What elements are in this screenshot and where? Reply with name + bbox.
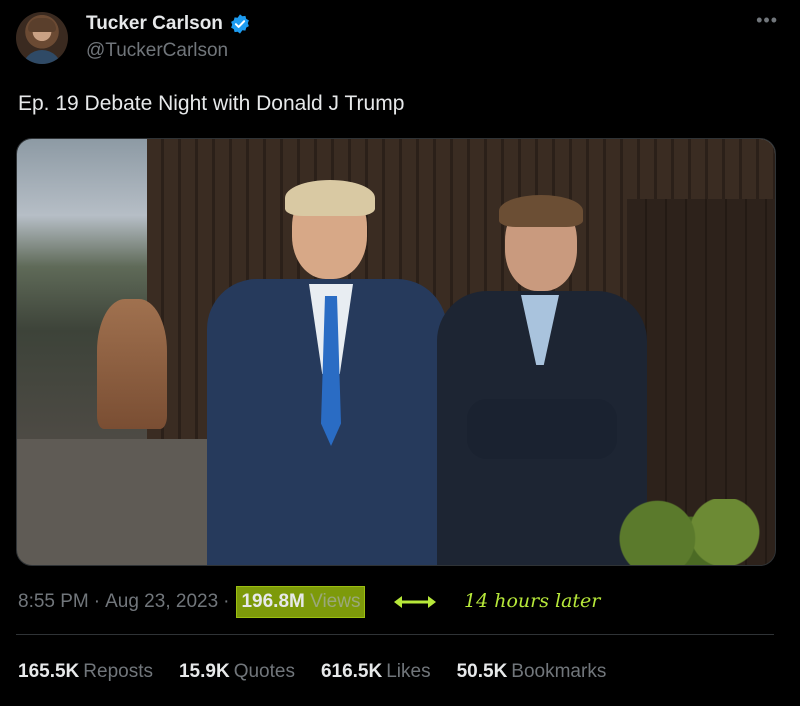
stat-bookmarks[interactable]: 50.5K Bookmarks xyxy=(457,661,607,683)
person-right-crossed-arms xyxy=(467,399,617,459)
annotation-text: 14 hours later xyxy=(464,590,601,612)
separator-dot: · xyxy=(93,591,101,612)
stat-reposts[interactable]: 165.5K Reposts xyxy=(18,661,153,683)
stat-label: Likes xyxy=(386,661,431,682)
stat-label: Bookmarks xyxy=(511,661,607,682)
author-display-name[interactable]: Tucker Carlson xyxy=(86,13,223,35)
ground xyxy=(17,439,217,565)
tweet-time[interactable]: 8:55 PM xyxy=(18,591,89,613)
person-right-hair xyxy=(499,195,583,227)
tweet-text: Ep. 19 Debate Night with Donald J Trump xyxy=(18,92,405,115)
views-count: 196.8M xyxy=(241,591,305,612)
more-options-icon[interactable]: ••• xyxy=(756,10,778,31)
stat-likes[interactable]: 616.5K Likes xyxy=(321,661,431,683)
views-highlight[interactable]: 196.8M Views xyxy=(236,586,366,618)
divider xyxy=(16,634,774,635)
tweet-media-image[interactable] xyxy=(16,138,776,566)
author-handle[interactable]: @TuckerCarlson xyxy=(86,40,228,62)
stat-quotes[interactable]: 15.9K Quotes xyxy=(179,661,295,683)
double-arrow-icon xyxy=(394,596,436,608)
avatar-shirt xyxy=(22,50,62,64)
stat-count: 616.5K xyxy=(320,661,383,682)
stat-count: 165.5K xyxy=(18,661,80,682)
person-left xyxy=(197,180,447,565)
separator-dot: · xyxy=(223,591,230,612)
avatar[interactable] xyxy=(16,12,68,64)
verified-badge-icon xyxy=(231,14,249,34)
plants xyxy=(607,499,775,565)
engagement-stats: 165.5K Reposts 15.9K Quotes 616.5K Likes 50… xyxy=(18,660,632,684)
stat-count: 15.9K xyxy=(178,661,230,682)
stat-label: Reposts xyxy=(83,661,153,682)
stat-count: 50.5K xyxy=(456,661,508,682)
stat-label: Quotes xyxy=(233,661,295,682)
author-name-row: Tucker Carlson xyxy=(86,12,251,36)
tweet-meta: 8:55 PM · Aug 23, 2023 · 196.8M Views xyxy=(18,586,366,618)
avatar-hair xyxy=(28,18,56,32)
views-label: Views xyxy=(310,591,361,612)
eagle-statue xyxy=(97,299,167,429)
tweet-date[interactable]: Aug 23, 2023 xyxy=(105,591,218,613)
person-left-hair xyxy=(285,180,375,216)
